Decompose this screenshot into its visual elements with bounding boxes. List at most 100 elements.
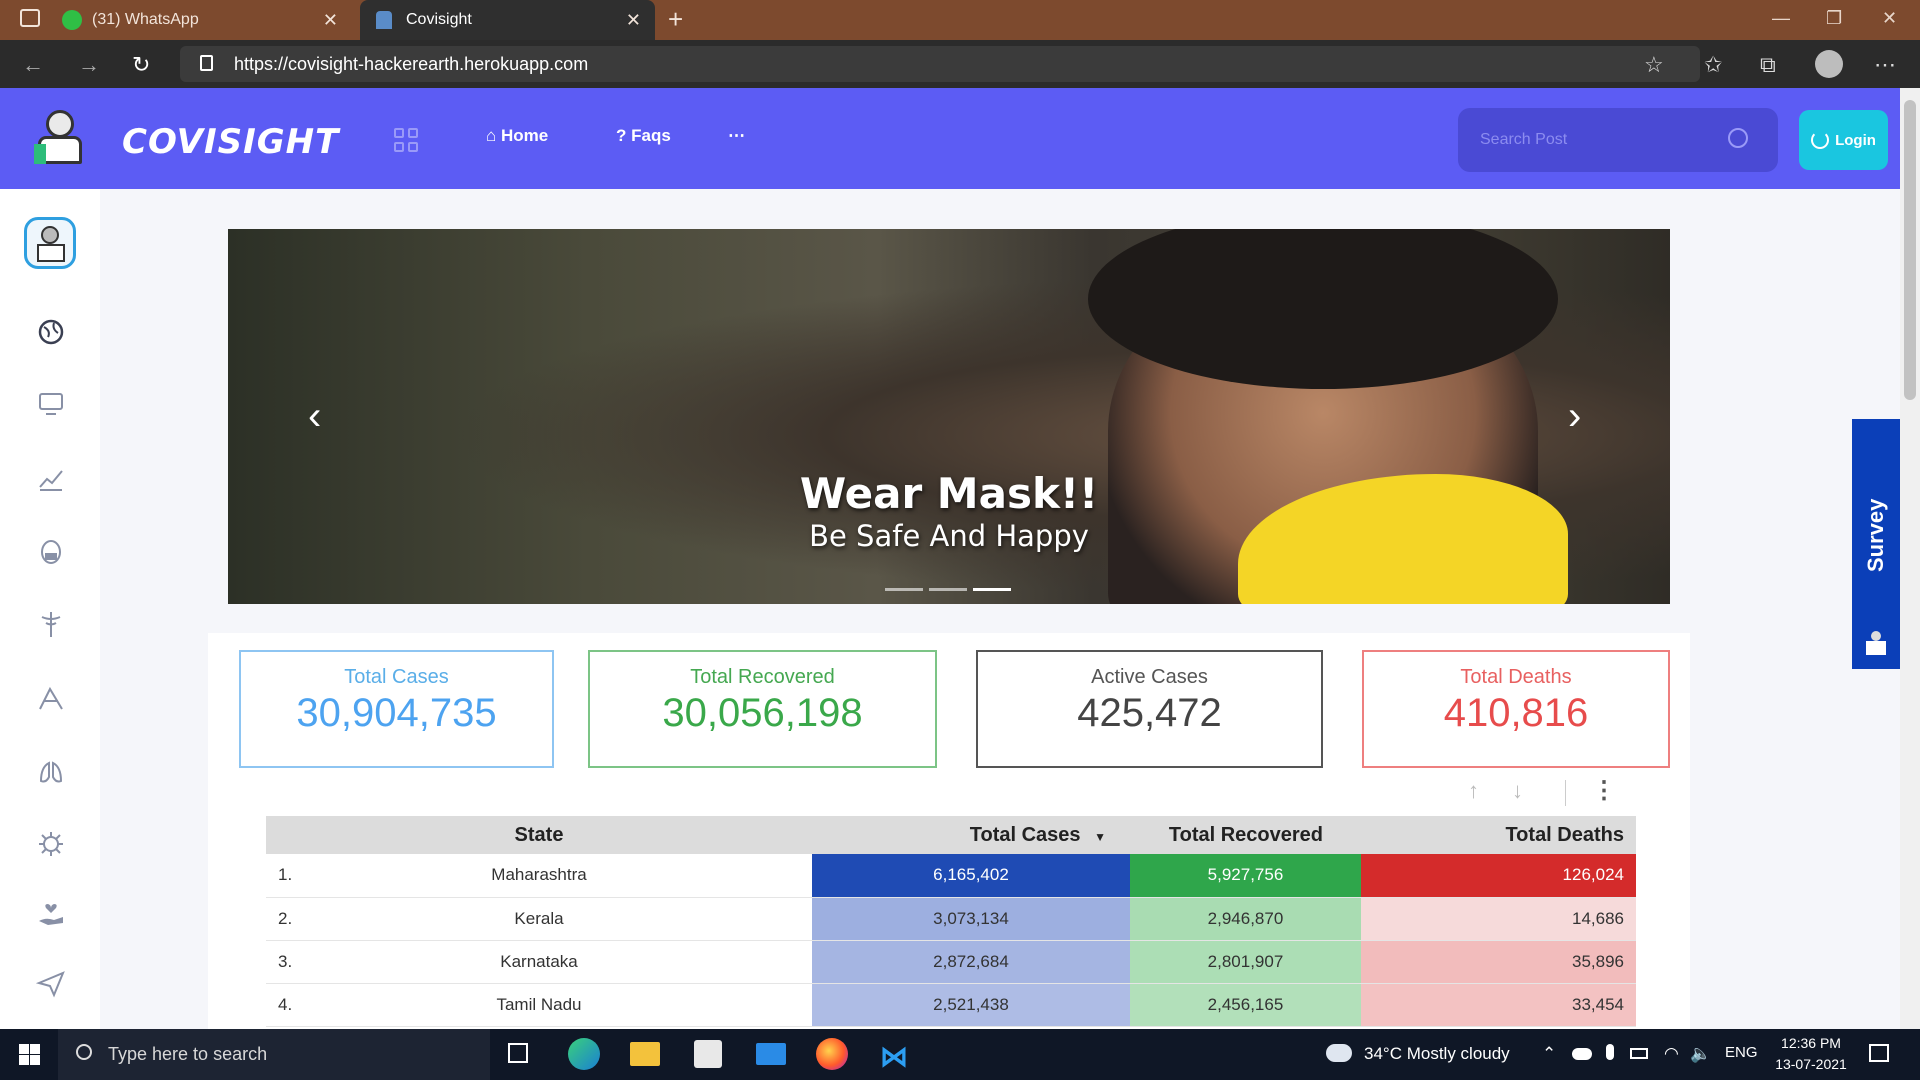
tab-actions-icon[interactable] [20, 9, 40, 27]
state-cell: 2. Kerala [266, 897, 812, 941]
carousel-indicator-1[interactable] [885, 588, 923, 591]
survey-tab[interactable]: Survey [1852, 419, 1900, 669]
search-post-input[interactable] [1478, 126, 1718, 154]
close-tab-icon[interactable]: ✕ [626, 10, 641, 31]
search-icon[interactable] [1728, 128, 1748, 148]
col-header-total-recovered[interactable]: Total Recovered [1130, 816, 1361, 854]
restore-icon[interactable]: ❐ [1826, 8, 1842, 29]
notifications-icon[interactable] [1869, 1044, 1889, 1062]
survey-doctor-icon [1866, 631, 1886, 657]
onedrive-icon[interactable] [1572, 1048, 1592, 1060]
col-header-total-cases[interactable]: Total Cases ▼ [812, 816, 1130, 854]
virus-spread-icon[interactable] [36, 683, 66, 713]
search-post-box [1458, 108, 1778, 172]
clock[interactable]: 12:36 PM 13-07-2021 [1766, 1033, 1856, 1075]
forward-icon[interactable]: → [78, 52, 100, 78]
minimize-icon[interactable]: — [1772, 8, 1790, 29]
tab-covisight[interactable]: Covisight ✕ [360, 0, 655, 40]
brand-name[interactable]: COVISIGHT [122, 122, 339, 162]
col-header-state[interactable]: State [266, 816, 812, 854]
profile-avatar[interactable] [1815, 50, 1843, 78]
volume-icon[interactable]: 🔈 [1690, 1044, 1711, 1064]
send-icon[interactable] [36, 969, 66, 999]
cases-cell: 3,073,134 [812, 897, 1130, 941]
hero-carousel: ‹ › Wear Mask!! Be Safe And Happy [228, 229, 1670, 604]
favorites-icon[interactable]: ✩ [1704, 52, 1722, 78]
stat-value: 30,904,735 [296, 691, 497, 735]
battery-icon[interactable] [1630, 1048, 1648, 1059]
states-table: State Total Cases ▼ Total Recovered Tota… [266, 816, 1636, 1027]
medical-icon[interactable] [36, 609, 66, 639]
clock-date: 13-07-2021 [1775, 1056, 1847, 1072]
state-name: Karnataka [500, 951, 578, 971]
lungs-icon[interactable] [36, 757, 66, 787]
nav-more[interactable]: ⋯ [728, 126, 745, 146]
covisight-logo-icon[interactable] [34, 110, 86, 166]
recovered-cell: 2,946,870 [1130, 897, 1361, 941]
stat-card-total-deaths: Total Deaths 410,816 [1362, 650, 1670, 768]
more-options-icon[interactable]: ⋮ [1592, 776, 1616, 805]
table-row[interactable]: 1. Maharashtra 6,165,402 5,927,756 126,0… [266, 854, 1636, 898]
language-indicator[interactable]: ENG [1725, 1044, 1758, 1061]
nav-home[interactable]: ⌂ Home [486, 126, 548, 146]
table-row[interactable]: 2. Kerala 3,073,134 2,946,870 14,686 [266, 897, 1636, 941]
row-index: 3. [278, 951, 293, 971]
sort-ascending-icon[interactable]: ↑ [1468, 778, 1479, 804]
firefox-icon[interactable] [816, 1038, 848, 1070]
back-icon[interactable]: ← [22, 52, 44, 78]
search-icon [76, 1044, 92, 1060]
wifi-icon[interactable]: ◠ [1664, 1044, 1679, 1064]
chart-icon[interactable] [36, 463, 66, 493]
col-header-total-deaths[interactable]: Total Deaths [1361, 816, 1636, 854]
task-view-icon[interactable] [508, 1043, 528, 1063]
nav-faqs[interactable]: ? Faqs [616, 126, 671, 146]
deaths-cell: 126,024 [1361, 854, 1636, 898]
refresh-icon[interactable]: ↻ [132, 52, 150, 78]
settings-more-icon[interactable]: ⋯ [1874, 52, 1896, 78]
covisight-favicon [376, 11, 392, 29]
vscode-icon[interactable]: ⋈ [880, 1040, 908, 1073]
close-window-icon[interactable]: ✕ [1882, 8, 1897, 29]
taskbar-search-box[interactable]: Type here to search [58, 1029, 490, 1080]
monitor-icon[interactable] [36, 389, 66, 419]
url-text: https://covisight-hackerearth.herokuapp.… [234, 53, 589, 74]
add-favorite-icon[interactable]: ☆ [1644, 52, 1664, 78]
page-scrollbar[interactable] [1900, 88, 1920, 1029]
file-explorer-icon[interactable] [630, 1042, 660, 1066]
tab-whatsapp[interactable]: (31) WhatsApp ✕ [62, 0, 352, 40]
globe-icon[interactable] [36, 317, 66, 347]
windows-start-icon[interactable] [19, 1044, 40, 1065]
mail-icon[interactable] [756, 1043, 786, 1065]
store-icon[interactable] [694, 1040, 722, 1068]
virus-icon[interactable] [36, 829, 66, 859]
close-tab-icon[interactable]: ✕ [323, 10, 338, 31]
row-index: 1. [278, 865, 293, 884]
carousel-next-button[interactable]: › [1568, 394, 1581, 439]
deaths-cell: 14,686 [1361, 897, 1636, 941]
new-tab-icon[interactable]: + [668, 4, 683, 35]
carousel-indicator-3[interactable] [973, 588, 1011, 591]
divider [1565, 780, 1566, 806]
edge-icon[interactable] [568, 1038, 600, 1070]
login-button[interactable]: Login [1799, 110, 1888, 170]
collections-icon[interactable]: ⧉ [1760, 52, 1776, 78]
microphone-icon[interactable] [1606, 1044, 1614, 1060]
url-field[interactable]: https://covisight-hackerearth.herokuapp.… [180, 46, 1700, 82]
carousel-indicator-2[interactable] [929, 588, 967, 591]
scrollbar-thumb[interactable] [1904, 100, 1916, 400]
cases-cell: 2,521,438 [812, 983, 1130, 1027]
show-hidden-icons[interactable]: ⌃ [1542, 1044, 1556, 1064]
state-name: Tamil Nadu [496, 994, 582, 1014]
sort-descending-icon[interactable]: ↓ [1512, 778, 1523, 804]
carousel-subtitle: Be Safe And Happy [809, 519, 1089, 553]
table-row[interactable]: 4. Tamil Nadu 2,521,438 2,456,165 33,454 [266, 983, 1636, 1027]
home-icon: ⌂ [486, 126, 497, 145]
apps-grid-icon[interactable] [394, 128, 418, 152]
table-row[interactable]: 3. Karnataka 2,872,684 2,801,907 35,896 [266, 940, 1636, 984]
mask-face-icon[interactable] [36, 537, 66, 567]
covisight-avatar-icon[interactable] [24, 217, 76, 269]
weather-text[interactable]: 34°C Mostly cloudy [1364, 1044, 1510, 1064]
carousel-prev-button[interactable]: ‹ [308, 394, 321, 439]
care-hand-icon[interactable] [36, 899, 66, 929]
windows-taskbar: Type here to search ⋈ 34°C Mostly cloudy… [0, 1029, 1920, 1080]
